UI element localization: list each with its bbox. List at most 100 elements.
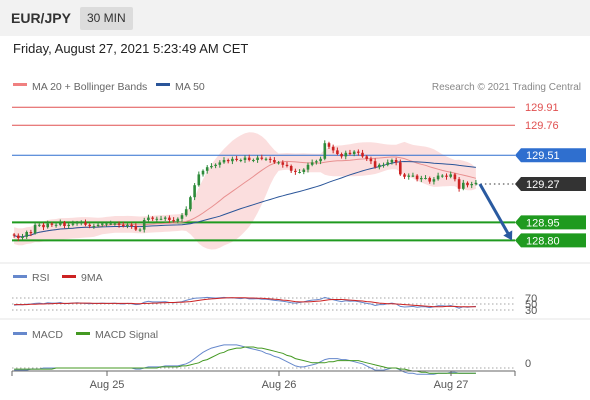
candle-body [256,157,259,160]
candle-body [214,164,217,166]
candle-body [310,162,314,165]
forecast-arrow-shaft [478,183,510,235]
candle-body [365,156,368,159]
candle-body [285,164,289,166]
candle-body [205,167,209,171]
candle-body [373,161,377,168]
x-axis: Aug 25 Aug 26 Aug 27 [11,370,516,391]
rsi-legend-label: RSI [32,272,50,284]
candle-body [428,178,431,182]
candle-body [80,222,83,224]
candle-body [176,218,180,222]
candle-body [42,224,45,228]
candle-body [25,232,28,237]
candle-body [130,224,133,226]
candle-body [231,158,234,162]
candle-body [117,223,121,225]
candle-body [361,152,364,157]
x-axis-label: Aug 27 [434,379,469,391]
candle-body [252,160,255,161]
candle-body [63,222,66,226]
candle-body [50,223,54,225]
candle-body [235,158,238,160]
macd-legend-swatch [13,332,27,335]
candle-body [243,157,247,160]
candle-body [151,217,154,219]
candle-body [84,222,87,225]
candle-body [260,157,264,159]
candle-body [67,224,70,226]
candle-body [134,226,138,230]
candle-body [399,162,402,175]
candle-body [155,218,159,220]
candle-body [239,160,243,161]
candle-body [470,184,473,186]
candle-body [12,234,16,236]
candle-body [298,172,301,173]
bollinger-legend-label: MA 20 + Bollinger Bands [32,81,147,93]
candle-body [159,218,163,220]
candle-body [163,217,167,219]
rsi-ma-legend-label: 9MA [81,272,103,284]
candle-body [184,209,188,216]
candle-body [306,164,310,170]
candle-body [210,166,213,168]
x-axis-label: Aug 25 [90,379,125,391]
candle-body [38,224,41,226]
candle-body [348,152,352,154]
candle-body [323,143,327,159]
candle-body [336,150,339,154]
candle-body [29,232,33,234]
candle-body [101,223,104,225]
candle-body [218,162,222,165]
rsi-legend-swatch [13,275,27,278]
candle-body [197,174,201,186]
credit-label: Research © 2021 Trading Central [432,82,581,93]
candle-body [172,220,175,222]
candle-body [92,226,96,227]
candle-body [382,164,385,166]
candle-body [180,215,184,219]
macd-tick-label: 0 [525,358,531,370]
bollinger-band-fill [14,132,476,250]
candle-body [168,217,171,220]
candle-body [441,175,444,177]
candle-body [59,222,62,225]
candle-body [142,220,146,230]
candle-body [273,160,276,163]
candle-body [466,182,469,186]
candle-body [457,179,461,189]
macd-signal-line [14,346,476,374]
candle-body [344,152,348,157]
rsi-tick-label: 30 [525,305,537,317]
candle-body [109,223,112,225]
level-label-last: 129.27 [526,179,560,191]
rsi-panel: 705030 [12,293,537,317]
candle-body [147,217,150,220]
candle-body [226,160,230,162]
candle-body [407,175,410,177]
candle-body [126,224,129,226]
candle-body [289,166,293,171]
candle-body [122,224,125,226]
candle-body [415,175,419,180]
candle-body [453,174,457,180]
bollinger-band [14,132,476,250]
x-axis-label: Aug 26 [262,379,297,391]
price-level-labels: 129.91 129.76 129.51 129.27 128.95 128.80 [515,102,586,248]
candle-body [88,224,91,226]
candle-body [357,151,360,153]
rsi-ma-legend-swatch [62,275,76,278]
candle-body [302,169,306,172]
candle-body [21,236,24,238]
candle-body [315,161,318,163]
candle-body [403,174,406,177]
candle-body [96,224,100,226]
bollinger-legend-swatch [13,83,27,86]
candle-body [201,170,205,175]
candle-body [424,178,427,179]
candle-body [420,178,423,180]
candle-body [432,179,436,182]
macd-signal-legend-swatch [76,332,90,335]
candle-body [113,223,117,225]
